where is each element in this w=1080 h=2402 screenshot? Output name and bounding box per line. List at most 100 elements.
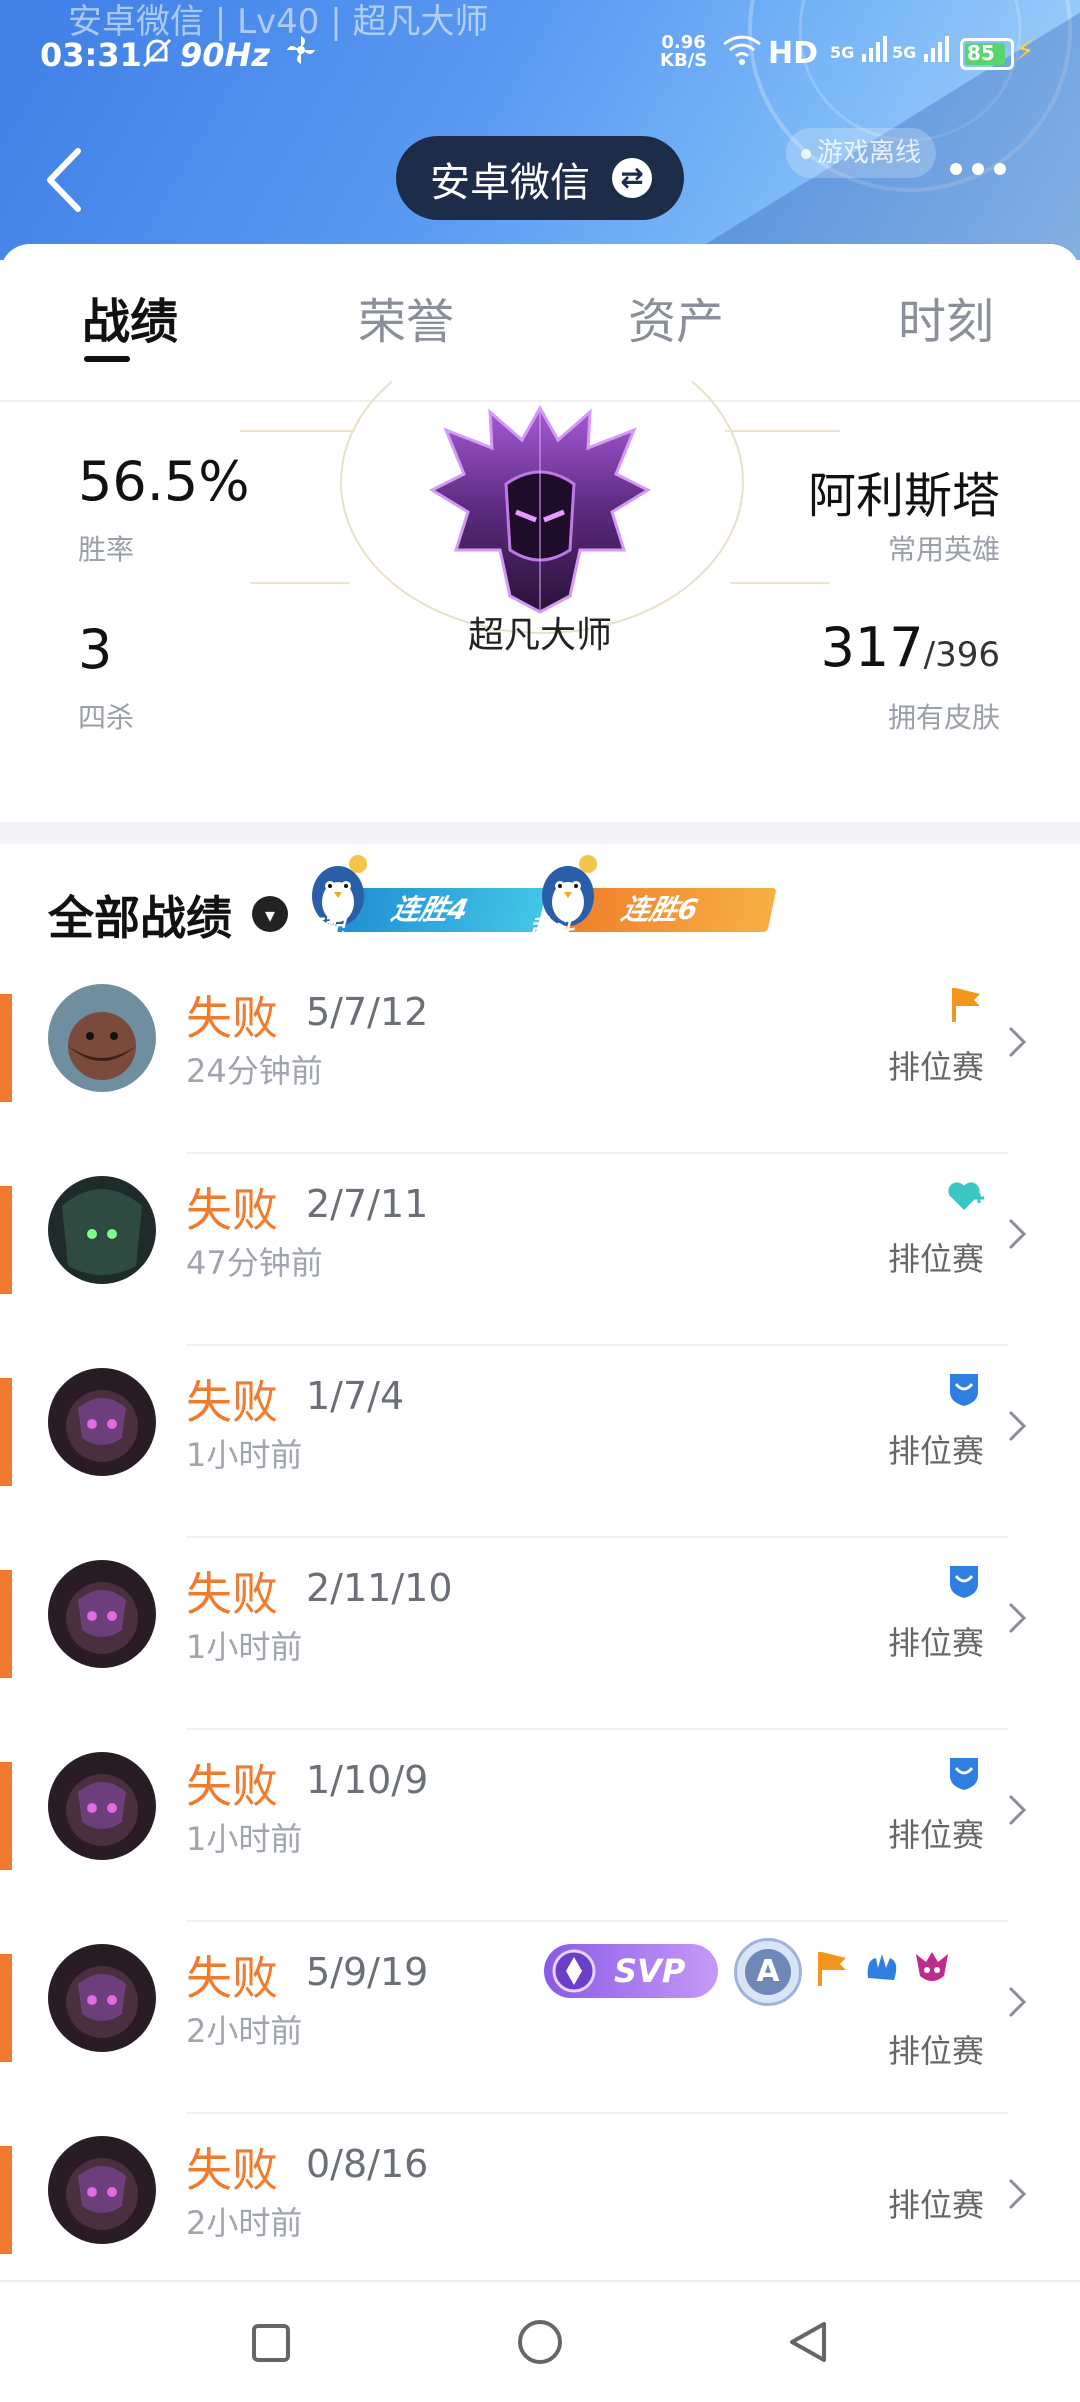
badges [944, 1368, 984, 1412]
chevron-right-icon [1008, 1986, 1027, 2018]
match-result: 失败 [186, 1567, 278, 1621]
status-bar: 03:31 90Hz 0.96 KB/S HD 5G 5G 85 ⚡ [40, 32, 1050, 80]
match-row[interactable]: 失败 1/7/4 1小时前 排位赛 [0, 1346, 1080, 1538]
match-row[interactable]: 失败 5/9/19 2小时前 SVP A 排位赛 [0, 1922, 1080, 2114]
badges: SVP A [544, 1938, 984, 2006]
wifi-icon [722, 34, 762, 74]
kda: 2/7/11 [306, 1182, 429, 1226]
rank-emblem-icon[interactable] [420, 400, 660, 620]
match-row[interactable]: 失败 1/10/9 1小时前 排位赛 [0, 1730, 1080, 1922]
recents-icon[interactable] [240, 2312, 300, 2372]
back-button[interactable] [40, 145, 90, 215]
kda: 5/9/19 [306, 1950, 429, 1994]
match-mode: 排位赛 [887, 1432, 984, 1470]
skins-total: /396 [923, 635, 1000, 675]
hero-avatar [48, 1176, 156, 1284]
match-mode: 排位赛 [887, 1816, 984, 1854]
match-row[interactable]: 失败 5/7/12 24分钟前 排位赛 [0, 962, 1080, 1154]
fan-icon [285, 34, 317, 74]
shield-badge-icon [950, 1566, 978, 1598]
chevron-right-icon [1008, 1794, 1027, 1826]
top-header: 安卓微信 | Lv40 | 超凡大师 03:31 90Hz 0.96 KB/S … [0, 0, 1080, 260]
system-nav-bar [0, 2280, 1080, 2402]
match-row[interactable]: 失败 2/11/10 1小时前 排位赛 [0, 1538, 1080, 1730]
badges [944, 1176, 984, 1220]
hd-indicator: HD [768, 36, 819, 71]
match-row[interactable]: 失败 0/8/16 2小时前 排位赛 [0, 2114, 1080, 2306]
orange-flag-icon [818, 1952, 846, 1986]
shield-badge-icon [950, 1758, 978, 1790]
net-speed: 0.96 KB/S [660, 32, 708, 71]
common-hero-value[interactable]: 阿利斯塔 [808, 456, 1000, 526]
chevron-down-icon[interactable]: ▾ [252, 896, 288, 932]
chevron-right-icon [1008, 1218, 1027, 1250]
records-filter-title[interactable]: 全部战绩 [48, 882, 232, 948]
status-dot-icon [800, 148, 811, 159]
loss-indicator [0, 1954, 12, 2062]
tab-moments[interactable]: 时刻 [898, 282, 994, 352]
loss-indicator [0, 1570, 12, 1678]
match-streak-badge[interactable]: 连胜4 匹配 [300, 852, 547, 941]
chevron-right-icon [1008, 1410, 1027, 1442]
rank-name: 超凡大师 [468, 615, 613, 656]
kda: 5/7/12 [306, 990, 429, 1034]
match-result: 失败 [186, 1951, 278, 2005]
signal-1: 5G [830, 36, 890, 62]
win-rate-value: 56.5% [78, 450, 250, 513]
hero-avatar [48, 1752, 156, 1860]
streak-mode: 匹配 [300, 916, 345, 941]
refresh-rate: 90Hz [180, 36, 270, 74]
match-result: 失败 [186, 1375, 278, 1429]
kda: 1/7/4 [306, 1374, 405, 1418]
purple-demon-icon [916, 1952, 948, 1981]
match-mode: 排位赛 [887, 2032, 984, 2070]
shield-badge-icon [950, 1374, 978, 1406]
chevron-right-icon [1008, 2178, 1027, 2210]
swap-icon: ⇄ [612, 158, 652, 198]
tab-assets[interactable]: 资产 [628, 282, 724, 352]
tab-records[interactable]: 战绩 [82, 282, 178, 352]
match-mode: 排位赛 [887, 1624, 984, 1662]
home-icon[interactable] [510, 2312, 570, 2372]
account-name: 安卓微信 [430, 160, 590, 206]
svp-gem-icon [552, 1949, 596, 1993]
divider [250, 582, 350, 584]
loss-indicator [0, 1378, 12, 1486]
match-time: 2小时前 [186, 2012, 303, 2050]
match-result: 失败 [186, 991, 278, 1045]
more-options-button[interactable] [950, 160, 1020, 190]
common-hero-label: 常用英雄 [887, 533, 1000, 566]
blue-hand-icon [867, 1954, 897, 1980]
game-status-chip: 游戏离线 [786, 128, 936, 178]
badges [948, 984, 984, 1028]
hero-avatar [48, 2136, 156, 2244]
back-icon[interactable] [778, 2312, 838, 2372]
active-tab-indicator [84, 356, 130, 362]
match-time: 24分钟前 [186, 1052, 323, 1090]
clock: 03:31 [40, 36, 142, 74]
loss-indicator [0, 2146, 12, 2254]
match-result: 失败 [186, 2143, 278, 2197]
match-mode: 排位赛 [887, 1240, 984, 1278]
loss-indicator [0, 1762, 12, 1870]
loss-indicator [0, 1186, 12, 1294]
signal-2: 5G [892, 36, 952, 62]
skins-owned[interactable]: 317/396 [821, 616, 1000, 679]
match-result: 失败 [186, 1759, 278, 1813]
loss-indicator [0, 994, 12, 1102]
divider [725, 430, 840, 432]
charging-icon: ⚡ [1015, 34, 1035, 67]
match-row[interactable]: 失败 2/7/11 47分钟前 排位赛 [0, 1154, 1080, 1346]
brawl-streak-badge[interactable]: 连胜6 乱斗 [530, 852, 777, 941]
match-time: 1小时前 [186, 1820, 303, 1858]
chevron-right-icon [1008, 1026, 1027, 1058]
match-mode: 排位赛 [887, 2186, 984, 2224]
tab-honors[interactable]: 荣誉 [358, 282, 454, 352]
svp-label: SVP [614, 1952, 686, 1990]
chevron-right-icon [1008, 1602, 1027, 1634]
account-switcher[interactable]: 安卓微信 ⇄ [396, 136, 684, 220]
hero-avatar [48, 1368, 156, 1476]
badges [944, 1752, 984, 1796]
match-time: 47分钟前 [186, 1244, 323, 1282]
section-separator [0, 822, 1080, 844]
